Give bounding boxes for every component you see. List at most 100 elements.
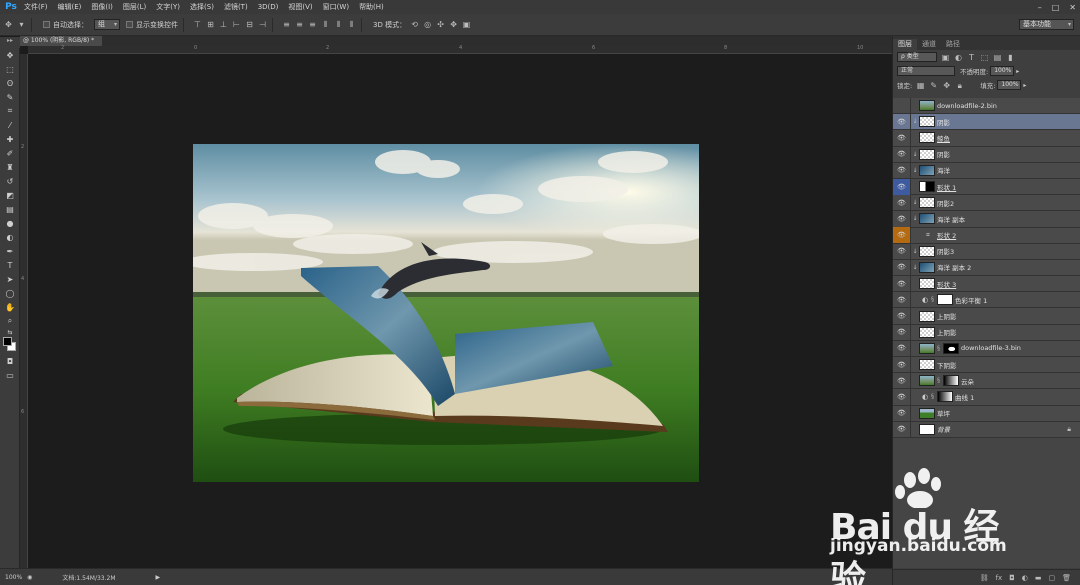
- layer-row[interactable]: 👁︎ 下阴影: [893, 356, 1080, 374]
- hand-tool-icon[interactable]: ✋: [0, 300, 20, 314]
- visibility-eye-icon[interactable]: 👁︎: [893, 372, 911, 389]
- layer-name[interactable]: downloadfile-2.bin: [937, 102, 997, 110]
- move-tool-icon[interactable]: ✥: [4, 20, 13, 29]
- distribute-vcenter-icon[interactable]: ≡: [295, 20, 304, 29]
- visibility-eye-icon[interactable]: 👁︎: [893, 340, 911, 357]
- type-tool-icon[interactable]: T: [0, 258, 20, 272]
- blend-mode-dropdown[interactable]: 正常: [897, 66, 955, 76]
- swap-colors-icon[interactable]: ⇆: [0, 328, 20, 336]
- layer-row[interactable]: 👁︎ ↓ 阴影3: [893, 243, 1080, 260]
- marquee-tool-icon[interactable]: ⬚: [0, 62, 20, 76]
- layer-mask-thumbnail[interactable]: [943, 342, 959, 354]
- layer-name[interactable]: 背景: [937, 424, 950, 434]
- healing-brush-tool-icon[interactable]: ✚: [0, 132, 20, 146]
- visibility-eye-icon[interactable]: 👁︎: [893, 421, 911, 438]
- layer-row[interactable]: 👁︎ downloadfile-2.bin: [893, 97, 1080, 115]
- quick-select-tool-icon[interactable]: ✎: [0, 90, 20, 104]
- layer-thumbnail[interactable]: [919, 342, 935, 354]
- layer-name[interactable]: 阴影2: [937, 198, 954, 208]
- layer-name[interactable]: 海洋 副本: [937, 214, 965, 224]
- lock-pixels-icon[interactable]: ✎: [929, 81, 938, 90]
- slide-3d-icon[interactable]: ✥: [449, 20, 458, 29]
- layer-name[interactable]: downloadfile-3.bin: [961, 344, 1021, 352]
- shape-group-icon[interactable]: ⌗: [919, 231, 937, 240]
- visibility-eye-icon[interactable]: 👁︎: [893, 113, 911, 130]
- layer-row[interactable]: 👁︎ 鲸鱼: [893, 129, 1080, 147]
- layer-name[interactable]: 阴影: [937, 149, 950, 159]
- new-adjustment-icon[interactable]: ◐: [1022, 574, 1028, 582]
- layer-row[interactable]: 👁︎ ↓ 海洋 副本 2: [893, 259, 1080, 277]
- menu-item-3[interactable]: 图层(L): [118, 0, 151, 14]
- layer-row[interactable]: 👁︎ 背景 🔒︎: [893, 421, 1080, 438]
- tool-preset-chevron-icon[interactable]: ▾: [17, 20, 26, 29]
- gradient-tool-icon[interactable]: ▤: [0, 202, 20, 216]
- zoom-level[interactable]: 100%: [5, 574, 22, 581]
- visibility-eye-icon[interactable]: 👁︎: [893, 146, 911, 163]
- layer-name[interactable]: 形状 1: [937, 182, 956, 192]
- layer-thumbnail[interactable]: [919, 359, 935, 371]
- menu-item-5[interactable]: 选择(S): [185, 0, 219, 14]
- roll-3d-icon[interactable]: ◎: [423, 20, 432, 29]
- lasso-tool-icon[interactable]: ʘ: [0, 76, 20, 90]
- zoom-tool-icon[interactable]: ⌕: [0, 314, 20, 328]
- menu-item-2[interactable]: 图像(I): [86, 0, 118, 14]
- rotate-3d-icon[interactable]: ⟲: [410, 20, 419, 29]
- layer-name[interactable]: 曲线 1: [955, 392, 974, 402]
- screen-mode-icon[interactable]: ▭: [0, 368, 20, 382]
- layer-name[interactable]: 色彩平衡 1: [955, 295, 987, 305]
- layer-row[interactable]: 👁︎ ↓ 阴影2: [893, 194, 1080, 212]
- dodge-tool-icon[interactable]: ◐: [0, 230, 20, 244]
- menu-item-1[interactable]: 编辑(E): [53, 0, 87, 14]
- status-menu-icon[interactable]: ▶: [156, 574, 161, 581]
- layer-row[interactable]: 👁︎ 上阴影: [893, 308, 1080, 325]
- filter-pixel-icon[interactable]: ▣: [941, 53, 950, 62]
- layer-name[interactable]: 形状 3: [937, 279, 956, 289]
- opacity-chevron-icon[interactable]: ▸: [1016, 68, 1019, 75]
- opacity-input[interactable]: 100%: [990, 66, 1015, 76]
- visibility-eye-icon[interactable]: 👁︎: [893, 129, 911, 146]
- layer-thumbnail[interactable]: [937, 391, 953, 403]
- close-icon[interactable]: ✕: [1069, 3, 1076, 12]
- layer-thumbnail[interactable]: [919, 148, 935, 160]
- layer-row[interactable]: 👁︎ ↓ 阴影: [893, 146, 1080, 163]
- align-hcenter-icon[interactable]: ⊟: [245, 20, 254, 29]
- visibility-eye-icon[interactable]: 👁︎: [893, 210, 911, 227]
- tab-paths[interactable]: 路径: [941, 39, 965, 50]
- layer-thumbnail[interactable]: [919, 164, 935, 176]
- visibility-eye-icon[interactable]: 👁︎: [893, 275, 911, 292]
- new-group-icon[interactable]: ▬: [1035, 574, 1042, 582]
- layer-thumbnail[interactable]: [919, 181, 935, 193]
- layer-row[interactable]: 👁︎ 草坪: [893, 405, 1080, 422]
- layer-thumbnail[interactable]: [919, 261, 935, 273]
- layer-row[interactable]: 👁︎ § downloadfile-3.bin: [893, 340, 1080, 357]
- visibility-eye-icon[interactable]: 👁︎: [893, 291, 911, 308]
- layer-row[interactable]: 👁︎ ◐ § 色彩平衡 1: [893, 291, 1080, 309]
- status-info-icon[interactable]: ◉: [27, 574, 32, 581]
- menu-item-7[interactable]: 3D(D): [253, 0, 284, 14]
- distribute-top-icon[interactable]: ≡: [282, 20, 291, 29]
- layer-row[interactable]: 👁︎ ↓ 阴影: [893, 113, 1080, 131]
- filter-smart-object-icon[interactable]: ▤: [993, 53, 1002, 62]
- layer-row[interactable]: 👁︎ § 云朵: [893, 372, 1080, 390]
- quick-mask-icon[interactable]: ◘: [0, 354, 20, 368]
- layer-name[interactable]: 阴影: [937, 117, 950, 127]
- lock-position-icon[interactable]: ✥: [942, 81, 951, 90]
- filter-shape-icon[interactable]: ⬚: [980, 53, 989, 62]
- layer-row[interactable]: 👁︎ ⌗ 形状 2: [893, 227, 1080, 244]
- shape-tool-icon[interactable]: ◯: [0, 286, 20, 300]
- visibility-eye-icon[interactable]: 👁︎: [893, 259, 911, 276]
- history-brush-tool-icon[interactable]: ↺: [0, 174, 20, 188]
- clone-stamp-tool-icon[interactable]: ♜: [0, 160, 20, 174]
- menu-item-0[interactable]: 文件(F): [19, 0, 53, 14]
- delete-layer-icon[interactable]: 🗑︎: [1062, 574, 1071, 582]
- visibility-eye-icon[interactable]: 👁︎: [893, 356, 911, 373]
- layer-name[interactable]: 云朵: [961, 376, 974, 386]
- visibility-eye-icon[interactable]: 👁︎: [893, 388, 911, 405]
- distribute-left-icon[interactable]: ⦀: [321, 20, 330, 29]
- visibility-eye-icon[interactable]: 👁︎: [893, 194, 911, 211]
- brush-tool-icon[interactable]: ✐: [0, 146, 20, 160]
- add-mask-icon[interactable]: ◘: [1009, 574, 1015, 582]
- show-transform-checkbox[interactable]: [126, 21, 133, 28]
- link-layers-icon[interactable]: ⛓: [980, 574, 989, 582]
- fill-input[interactable]: 100%: [997, 80, 1022, 90]
